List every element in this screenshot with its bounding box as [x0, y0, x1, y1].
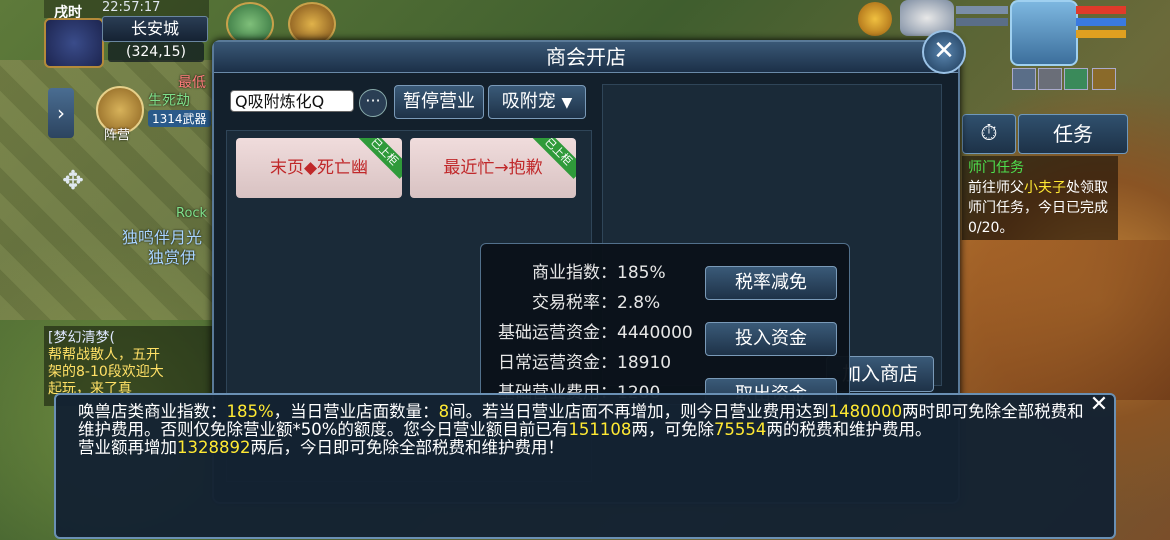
goods-name: 最近忙→抱歉	[443, 158, 543, 178]
goods-name: 末页◆死亡幽	[269, 158, 369, 178]
shop-name-input[interactable]: Q吸附炼化Q	[230, 90, 354, 112]
fee-exemption-tooltip: 唤兽店类商业指数：185%，当日营业店面数量：8间。若当日营业店面不再增加，则今…	[54, 393, 1116, 539]
npc-label-life-death: 生死劫	[148, 93, 190, 109]
goods-card[interactable]: 末页◆死亡幽 已上柜	[236, 138, 402, 198]
chat-line: 架的8-10段欢迎大	[48, 364, 164, 380]
move-icon[interactable]: ✥	[56, 164, 90, 198]
buff-icon[interactable]	[1092, 68, 1116, 90]
companion-hp-bar	[956, 6, 1008, 14]
goods-card[interactable]: 最近忙→抱歉 已上柜	[410, 138, 576, 198]
city-name: 长安城	[102, 16, 208, 42]
close-icon[interactable]: ✕	[1088, 394, 1110, 416]
camp-label: 阵营	[104, 128, 131, 143]
chat-sender: [梦幻清梦(	[48, 330, 115, 346]
buff-icon[interactable]	[1038, 68, 1062, 90]
coordinates: (324,15)	[108, 42, 204, 62]
stopwatch-icon[interactable]: ⏱	[962, 114, 1016, 154]
expand-arrow-icon[interactable]: ›	[48, 88, 74, 138]
npc-label-weapon: 1314武器	[148, 110, 211, 127]
companion-mp-bar	[956, 18, 1008, 26]
npc-label-lowest: 最低	[178, 75, 206, 91]
info-row-base-fund: 基础运营资金：4440000	[498, 323, 693, 343]
info-row-index: 商业指数：185%	[532, 263, 666, 283]
info-list: 商业指数：185% 交易税率：2.8% 基础运营资金：4440000 日常运营资…	[485, 258, 695, 404]
invest-fund-button[interactable]: 投入资金	[705, 322, 837, 356]
player-avatar[interactable]	[1010, 0, 1078, 66]
task-button[interactable]: 任务	[1018, 114, 1128, 154]
npc-label-rock: Rock	[176, 206, 208, 221]
buff-icon[interactable]	[1012, 68, 1036, 90]
building-roof	[960, 240, 1170, 400]
clock: 22:57:17	[102, 0, 161, 15]
info-row-tax: 交易税率：2.8%	[532, 293, 661, 313]
minimap[interactable]	[44, 18, 104, 68]
hp-bar	[1076, 6, 1126, 14]
info-row-daily-fund: 日常运营资金：18910	[498, 353, 672, 373]
task-description: 前往师父小夫子处领取师门任务，今日已完成0/20。	[968, 180, 1108, 236]
task-npc-link[interactable]: 小夫子	[1024, 180, 1066, 196]
pause-business-button[interactable]: 暂停营业	[394, 85, 484, 119]
npc-label-solo: 独赏伊	[148, 248, 197, 267]
business-info-popup: 商业指数：185% 交易税率：2.8% 基础运营资金：4440000 日常运营资…	[480, 243, 850, 405]
buff-icon[interactable]	[1064, 68, 1088, 90]
mp-bar	[1076, 18, 1126, 26]
category-select[interactable]: 吸附宠 ▼	[488, 85, 586, 119]
anger-bar	[1076, 30, 1126, 38]
tooltip-paragraph-1: 唤兽店类商业指数：185%，当日营业店面数量：8间。若当日营业店面不再增加，则今…	[78, 402, 1084, 439]
chat-line: 帮帮战散人，五开	[48, 347, 160, 363]
chevron-down-icon: ▼	[561, 95, 573, 111]
task-panel[interactable]: 师门任务 前往师父小夫子处领取师门任务，今日已完成0/20。	[962, 156, 1118, 240]
tax-reduction-button[interactable]: 税率减免	[705, 266, 837, 300]
close-icon[interactable]: ✕	[922, 30, 966, 74]
dialog-title: 商会开店	[546, 45, 626, 69]
category-value: 吸附宠	[501, 91, 556, 112]
pet-icon[interactable]	[858, 2, 892, 36]
task-title: 师门任务	[968, 160, 1024, 176]
tooltip-paragraph-2: 营业额再增加1328892两后，今日即可免除全部税费和维护费用！	[78, 438, 564, 457]
more-icon[interactable]: ···	[359, 89, 387, 117]
